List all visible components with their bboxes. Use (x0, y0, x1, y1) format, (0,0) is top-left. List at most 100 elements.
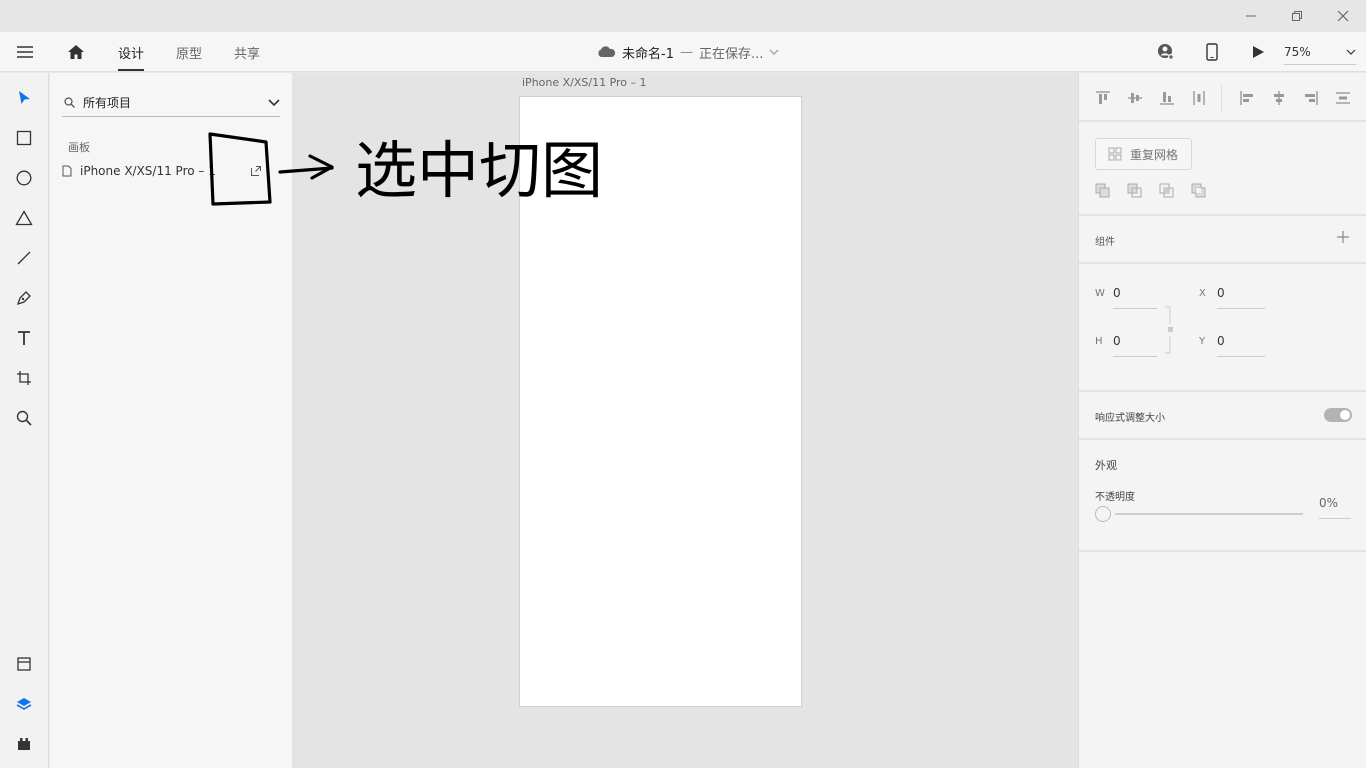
zoom-value: 75% (1284, 44, 1311, 59)
restore-button[interactable] (1274, 0, 1320, 32)
active-tab-indicator (118, 69, 144, 71)
opacity-slider-track[interactable] (1115, 513, 1303, 515)
layers-icon (16, 698, 32, 710)
y-value[interactable]: 0 (1217, 326, 1265, 357)
distribute-vertical-icon (1193, 91, 1205, 105)
align-top-button[interactable] (1094, 89, 1112, 107)
select-arrow-icon (19, 91, 30, 104)
align-left-button[interactable] (1238, 89, 1256, 107)
opacity-label: 不透明度 (1095, 492, 1135, 503)
distribute-vertical-button[interactable] (1190, 89, 1208, 107)
line-tool[interactable] (12, 246, 36, 270)
align-right-button[interactable] (1302, 89, 1320, 107)
width-value[interactable]: 0 (1113, 278, 1157, 309)
y-field[interactable]: Y 0 (1199, 326, 1265, 357)
search-icon (64, 97, 75, 108)
width-field[interactable]: W 0 (1095, 278, 1157, 309)
add-boolean-button[interactable] (1094, 182, 1112, 200)
document-title[interactable]: 未命名-1 — 正在保存... (596, 32, 779, 72)
design-canvas[interactable]: iPhone X/XS/11 Pro – 1 (292, 73, 1078, 768)
phone-icon (1206, 43, 1218, 61)
pen-tool[interactable] (12, 286, 36, 310)
align-bottom-button[interactable] (1158, 89, 1176, 107)
chevron-down-icon (769, 49, 779, 55)
artboard-icon (17, 371, 31, 385)
list-item[interactable]: iPhone X/XS/11 Pro – 1 (62, 161, 262, 181)
restore-icon (1292, 11, 1302, 21)
lock-icon (1165, 306, 1173, 354)
layers-button[interactable] (12, 692, 36, 716)
width-key: W (1095, 288, 1105, 299)
text-tool[interactable] (12, 326, 36, 350)
artboard-tool[interactable] (12, 366, 36, 390)
app-toolbar: 设计 原型 共享 未命名-1 — 正在保存... 75% (0, 32, 1366, 72)
plus-icon (1337, 231, 1349, 243)
opacity-value[interactable]: 0% (1319, 496, 1351, 519)
x-field[interactable]: X 0 (1199, 278, 1265, 309)
tab-share[interactable]: 共享 (234, 32, 260, 72)
intersect-boolean-button[interactable] (1158, 182, 1176, 200)
x-value[interactable]: 0 (1217, 278, 1265, 309)
tab-prototype[interactable]: 原型 (176, 32, 202, 72)
artboards-section-label: 画板 (68, 141, 90, 154)
home-button[interactable] (62, 32, 90, 72)
components-section: 组件 (1079, 216, 1366, 264)
rectangle-tool[interactable] (12, 126, 36, 150)
tab-design[interactable]: 设计 (118, 32, 144, 72)
select-tool[interactable] (12, 86, 36, 110)
artboard[interactable] (519, 96, 802, 707)
height-field[interactable]: H 0 (1095, 326, 1157, 357)
align-center-button[interactable] (1270, 89, 1288, 107)
x-key: X (1199, 288, 1206, 299)
zoom-select[interactable]: 75% (1284, 39, 1356, 65)
align-bottom-icon (1160, 92, 1174, 105)
line-icon (17, 251, 31, 265)
distribute-horizontal-icon (1336, 92, 1350, 104)
add-component-button[interactable] (1337, 228, 1349, 247)
ellipse-tool[interactable] (12, 166, 36, 190)
opacity-slider-handle[interactable] (1095, 506, 1111, 522)
responsive-resize-toggle[interactable] (1324, 408, 1352, 422)
play-preview-button[interactable] (1244, 32, 1272, 72)
chevron-down-icon (268, 98, 280, 106)
layer-filter[interactable]: 所有项目 (62, 89, 280, 117)
invite-user-button[interactable] (1152, 32, 1180, 72)
ellipse-icon (16, 170, 32, 186)
device-preview-button[interactable] (1198, 32, 1226, 72)
appearance-section: 外观 不透明度 0% (1079, 440, 1366, 552)
properties-panel: 重复网格 组件 W 0 X 0 H 0 Y 0 响应式调整大小 外观 不透明度 … (1078, 73, 1366, 768)
close-button[interactable] (1320, 0, 1366, 32)
exclude-boolean-button[interactable] (1190, 182, 1208, 200)
polygon-tool[interactable] (12, 206, 36, 230)
assets-button[interactable] (12, 652, 36, 676)
magnifier-icon (16, 410, 32, 426)
menu-button[interactable] (10, 32, 40, 72)
responsive-resize-label: 响应式调整大小 (1095, 413, 1165, 424)
height-value[interactable]: 0 (1113, 326, 1157, 357)
plugins-button[interactable] (12, 732, 36, 756)
boolean-intersect-icon (1159, 183, 1174, 198)
minimize-button[interactable] (1228, 0, 1274, 32)
toggle-knob (1340, 410, 1350, 420)
align-toolbar (1079, 73, 1366, 122)
subtract-boolean-button[interactable] (1126, 182, 1144, 200)
save-status: 正在保存... (698, 46, 764, 62)
boolean-subtract-icon (1127, 183, 1142, 198)
home-icon (68, 45, 84, 59)
responsive-resize-section: 响应式调整大小 (1079, 392, 1366, 440)
repeat-grid-button[interactable]: 重复网格 (1095, 138, 1192, 170)
distribute-horizontal-button[interactable] (1334, 89, 1352, 107)
hamburger-icon (17, 46, 33, 58)
zoom-tool[interactable] (12, 406, 36, 430)
artboard-name: iPhone X/XS/11 Pro – 1 (80, 164, 216, 178)
divider (1221, 85, 1222, 111)
components-label: 组件 (1095, 237, 1115, 248)
close-icon (1337, 10, 1349, 22)
lock-aspect-button[interactable] (1165, 306, 1173, 354)
export-mark-icon[interactable] (250, 165, 262, 177)
align-middle-button[interactable] (1126, 89, 1144, 107)
tool-rail (0, 73, 49, 768)
boolean-exclude-icon (1191, 183, 1206, 198)
artboard-title[interactable]: iPhone X/XS/11 Pro – 1 (522, 76, 647, 89)
document-assets-icon (17, 657, 31, 671)
